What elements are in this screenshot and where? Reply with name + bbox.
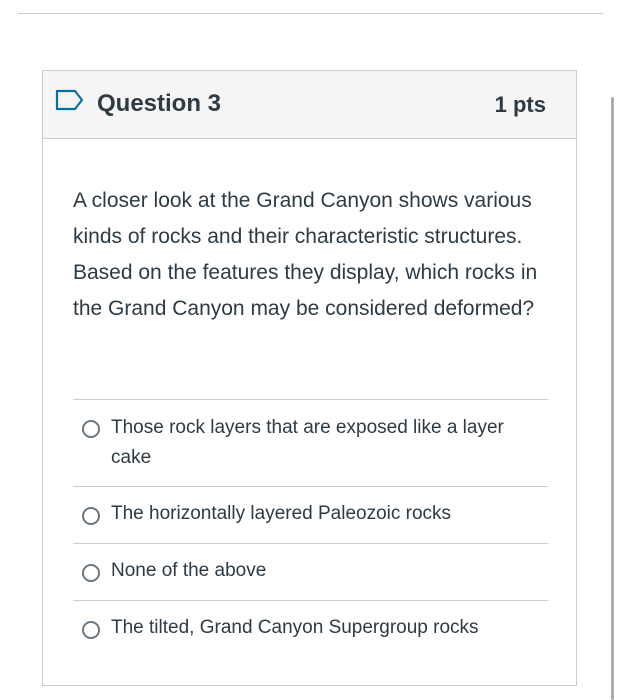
radio-button[interactable] xyxy=(82,507,100,525)
scrollbar[interactable] xyxy=(611,97,614,700)
answer-label: The horizontally layered Paleozoic rocks xyxy=(111,503,452,524)
radio-button[interactable] xyxy=(82,420,100,438)
answer-label: Those rock layers that are exposed like … xyxy=(111,417,504,468)
radio-button[interactable] xyxy=(82,564,100,582)
radio-button[interactable] xyxy=(82,621,100,639)
answer-option-3[interactable]: None of the above xyxy=(73,543,548,600)
top-divider xyxy=(18,13,603,14)
flag-question-icon[interactable] xyxy=(55,89,85,111)
question-title: Question 3 xyxy=(97,90,222,117)
answer-label: None of the above xyxy=(111,560,267,581)
question-text: A closer look at the Grand Canyon shows … xyxy=(73,189,538,320)
question-points: 1 pts xyxy=(494,92,546,117)
question-header: Question 3 1 pts xyxy=(43,71,576,139)
answer-label: The tilted, Grand Canyon Supergroup rock… xyxy=(111,617,479,638)
question-card: Question 3 1 pts A closer look at the Gr… xyxy=(42,70,577,686)
answer-list: Those rock layers that are exposed like … xyxy=(73,399,548,657)
answer-option-2[interactable]: The horizontally layered Paleozoic rocks xyxy=(73,486,548,543)
answer-option-1[interactable]: Those rock layers that are exposed like … xyxy=(73,399,548,486)
answer-option-4[interactable]: The tilted, Grand Canyon Supergroup rock… xyxy=(73,600,548,657)
